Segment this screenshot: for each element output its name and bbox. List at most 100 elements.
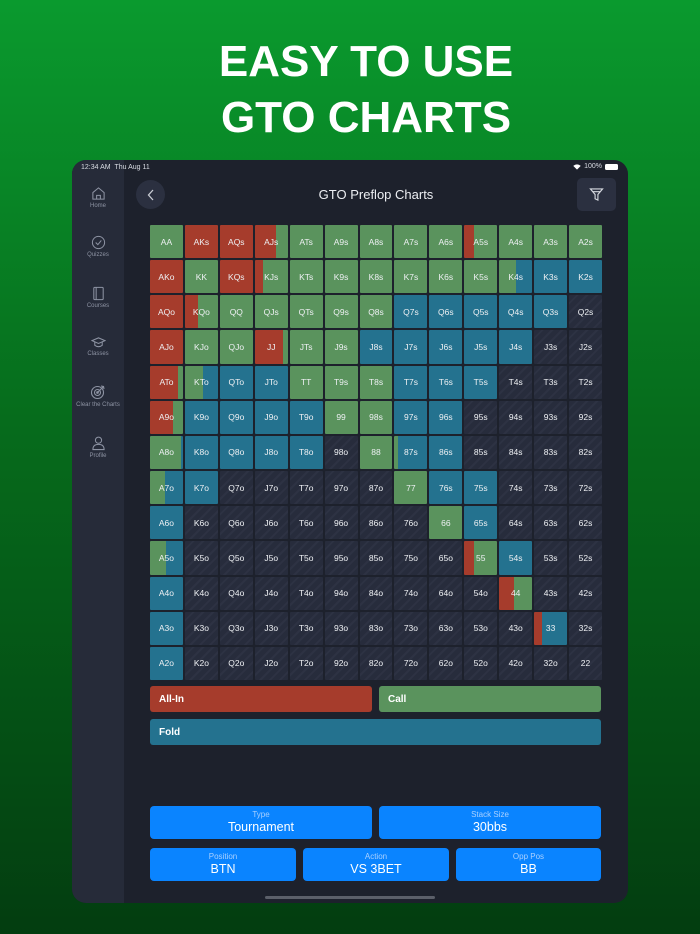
hand-cell[interactable]: 97s [394,400,428,434]
hand-cell[interactable]: T4s [499,365,533,399]
hand-cell[interactable]: 84o [359,576,393,610]
hand-cell[interactable]: 88 [359,435,393,470]
hand-cell[interactable]: T2s [569,365,602,399]
hand-cell[interactable]: Q5o [219,541,253,575]
hand-cell[interactable]: T5s [464,365,498,399]
hand-cell[interactable]: Q4o [219,576,253,610]
hand-cell[interactable]: 77 [394,471,428,505]
hand-cell[interactable]: Q8s [359,295,393,329]
hand-cell[interactable]: 73s [534,471,568,505]
hand-cell[interactable]: 74s [499,471,533,505]
hand-cell[interactable]: K8o [184,435,218,470]
hand-cell[interactable]: J7o [254,471,288,505]
hand-cell[interactable]: KQs [219,260,253,294]
hand-cell[interactable]: QTo [219,365,253,399]
hand-cell[interactable]: J7s [394,330,428,364]
hand-cell[interactable]: 99 [324,400,358,434]
hand-cell[interactable]: 44 [499,576,533,610]
hand-cell[interactable]: A2s [569,225,602,259]
hand-cell[interactable]: AKs [184,225,218,259]
hand-cell[interactable]: AQs [219,225,253,259]
hand-cell[interactable]: K7s [394,260,428,294]
hand-cell[interactable]: T9o [289,400,323,434]
hand-cell[interactable]: AJo [150,330,183,364]
hand-cell[interactable]: 82s [569,435,602,470]
hand-cell[interactable]: J9s [324,330,358,364]
hand-cell[interactable]: 52s [569,541,602,575]
hand-cell[interactable]: AQo [150,295,183,329]
hand-cell[interactable]: 94s [499,400,533,434]
hand-cell[interactable]: K5s [464,260,498,294]
hand-cell[interactable]: 55 [464,541,498,575]
hand-cell[interactable]: K2o [184,646,218,680]
sidebar-item-quizzes[interactable]: Quizzes [72,235,124,258]
hand-cell[interactable]: K4o [184,576,218,610]
hand-cell[interactable]: J5s [464,330,498,364]
hand-cell[interactable]: A9s [324,225,358,259]
hand-cell[interactable]: 63o [429,611,463,645]
action-selector[interactable]: Action VS 3BET [303,848,449,881]
hand-cell[interactable]: T3s [534,365,568,399]
hand-cell[interactable]: K3o [184,611,218,645]
hand-cell[interactable]: J5o [254,541,288,575]
hand-cell[interactable]: 32s [569,611,602,645]
hand-cell[interactable]: ATs [289,225,323,259]
hand-cell[interactable]: 76o [394,506,428,540]
hand-cell[interactable]: TT [289,365,323,399]
hand-cell[interactable]: J6s [429,330,463,364]
hand-cell[interactable]: 92o [324,646,358,680]
hand-cell[interactable]: J8o [254,435,288,470]
hand-cell[interactable]: 62o [429,646,463,680]
sidebar-item-clear-the-charts[interactable]: Clear the Charts [72,384,124,408]
hand-cell[interactable]: A3s [534,225,568,259]
hand-cell[interactable]: K6s [429,260,463,294]
hand-cell[interactable]: A7o [150,471,183,505]
hand-cell[interactable]: Q2o [219,646,253,680]
hand-cell[interactable]: QTs [289,295,323,329]
hand-cell[interactable]: T8s [359,365,393,399]
hand-cell[interactable]: K7o [184,471,218,505]
hand-cell[interactable]: 87o [359,471,393,505]
hand-cell[interactable]: K3s [534,260,568,294]
hand-cell[interactable]: QJs [254,295,288,329]
hand-cell[interactable]: A4o [150,576,183,610]
sidebar-item-courses[interactable]: Courses [72,286,124,309]
hand-cell[interactable]: 33 [534,611,568,645]
hand-cell[interactable]: 53o [464,611,498,645]
hand-cell[interactable]: 54s [499,541,533,575]
hand-cell[interactable]: KK [184,260,218,294]
hand-cell[interactable]: 43o [499,611,533,645]
hand-cell[interactable]: 97o [324,471,358,505]
sidebar-item-classes[interactable]: Classes [72,336,124,357]
hand-cell[interactable]: Q6o [219,506,253,540]
hand-cell[interactable]: J4s [499,330,533,364]
hand-cell[interactable]: Q5s [464,295,498,329]
hand-cell[interactable]: 65s [464,506,498,540]
hand-cell[interactable]: 96o [324,506,358,540]
hand-cell[interactable]: 66 [429,506,463,540]
hand-cell[interactable]: 83o [359,611,393,645]
hand-cell[interactable]: J4o [254,576,288,610]
hand-cell[interactable]: K8s [359,260,393,294]
hand-cell[interactable]: A5o [150,541,183,575]
hand-cell[interactable]: 73o [394,611,428,645]
hand-cell[interactable]: 42s [569,576,602,610]
hand-cell[interactable]: 72s [569,471,602,505]
hand-cell[interactable]: A6o [150,506,183,540]
hand-cell[interactable]: Q6s [429,295,463,329]
hand-cell[interactable]: KQo [184,295,218,329]
hand-cell[interactable]: 42o [499,646,533,680]
hand-cell[interactable]: 98o [324,435,358,470]
stack-size-selector[interactable]: Stack Size 30bbs [379,806,601,839]
hand-cell[interactable]: K9o [184,400,218,434]
hand-cell[interactable]: J3o [254,611,288,645]
hand-cell[interactable]: J8s [359,330,393,364]
hand-cell[interactable]: A9o [150,400,183,434]
hand-cell[interactable]: A6s [429,225,463,259]
hand-cell[interactable]: 75o [394,541,428,575]
hand-cell[interactable]: A3o [150,611,183,645]
hand-cell[interactable]: Q8o [219,435,253,470]
hand-cell[interactable]: T9s [324,365,358,399]
hand-cell[interactable]: K9s [324,260,358,294]
hand-cell[interactable]: JJ [254,330,288,364]
